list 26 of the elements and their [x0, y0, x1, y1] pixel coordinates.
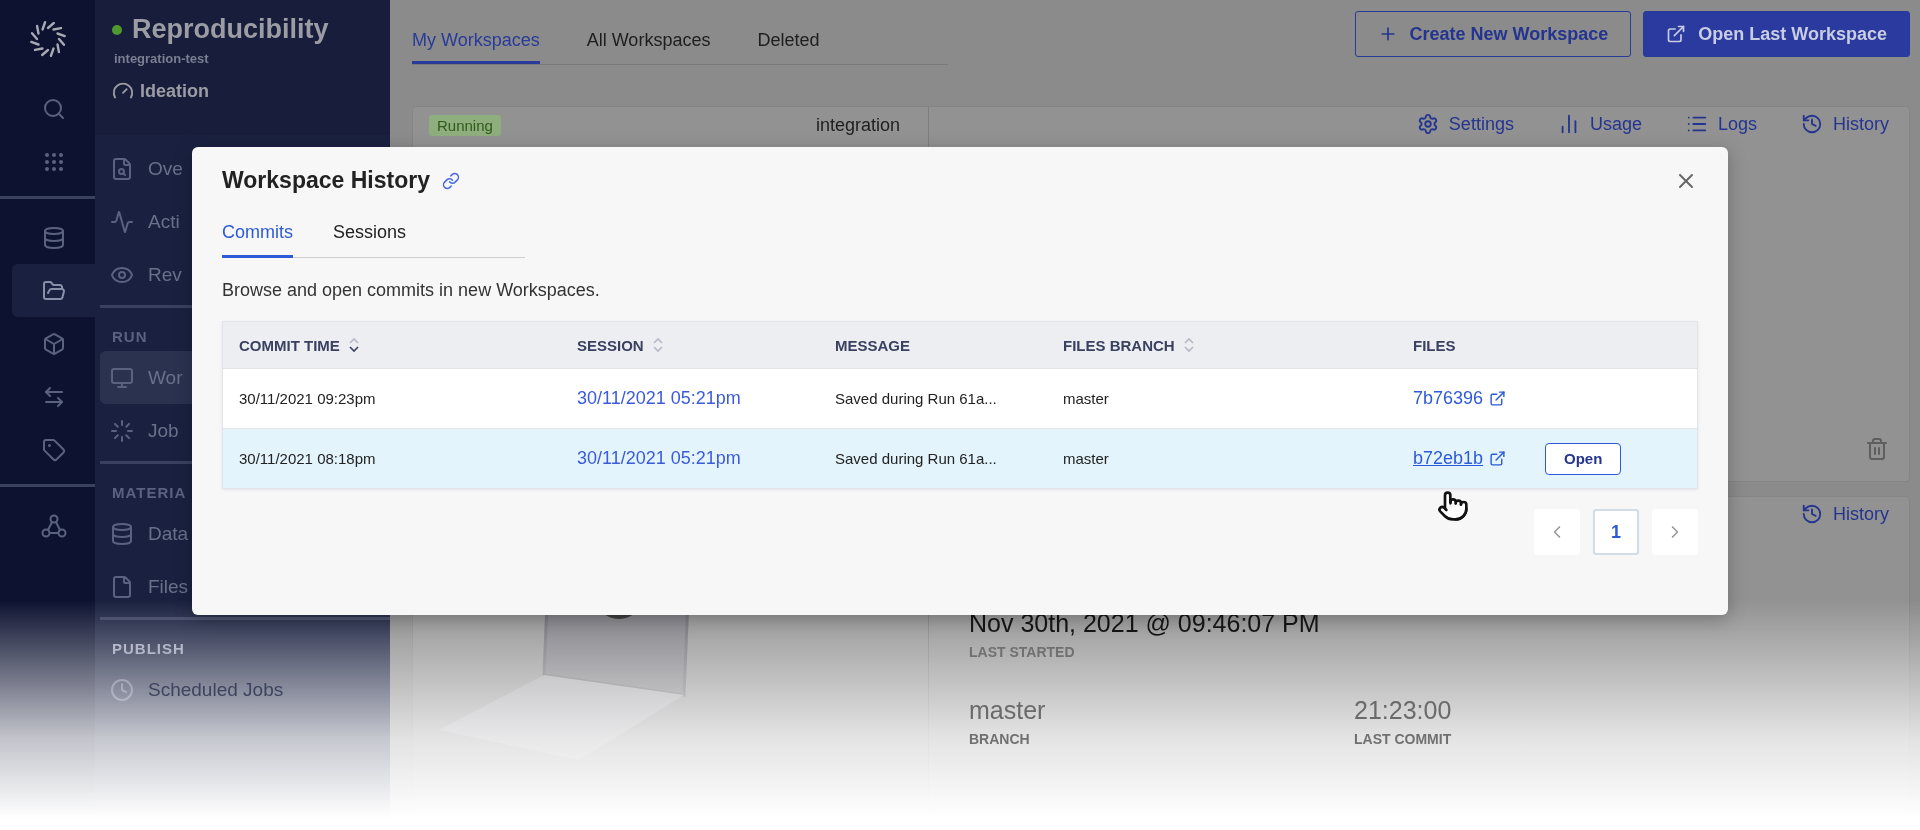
table-cell-text: Saved during Run 61a... [835, 450, 998, 467]
section-heading: RUN [111, 327, 149, 347]
column-header: MESSAGE [835, 336, 910, 354]
column-header: FILES [1413, 336, 1456, 354]
project-stage: Ideation [140, 80, 209, 102]
column-header: COMMIT TIME [239, 336, 340, 354]
table-cell-text: Saved during Run 61a... [835, 390, 998, 407]
stat-value: 21:23:00 [1354, 696, 1452, 725]
project-owner: integration-test [114, 51, 210, 66]
table-cell-text: 30/11/2021 08:18pm [239, 450, 377, 467]
stat-label: LAST COMMIT [1354, 731, 1452, 747]
table-cell-text: 30/11/2021 09:23pm [239, 390, 377, 407]
section-heading: PUBLISH [111, 639, 186, 659]
table-cell-text: master [1063, 390, 1110, 407]
column-header: SESSION [577, 336, 644, 354]
stat-value: master [969, 696, 1046, 725]
dialog-description: Browse and open commits in new Workspaces. [222, 280, 601, 301]
table-cell-text: master [1063, 450, 1110, 467]
workspace-name: integration [815, 115, 900, 136]
project-name: Reproducibility [132, 14, 329, 45]
status-badge: Running [429, 115, 501, 136]
dialog-title: Workspace History [222, 167, 430, 194]
stat-label: LAST STARTED [969, 644, 1075, 660]
section-heading: MATERIA [111, 483, 188, 503]
column-header: FILES BRANCH [1063, 336, 1175, 354]
stat-label: BRANCH [969, 731, 1030, 747]
